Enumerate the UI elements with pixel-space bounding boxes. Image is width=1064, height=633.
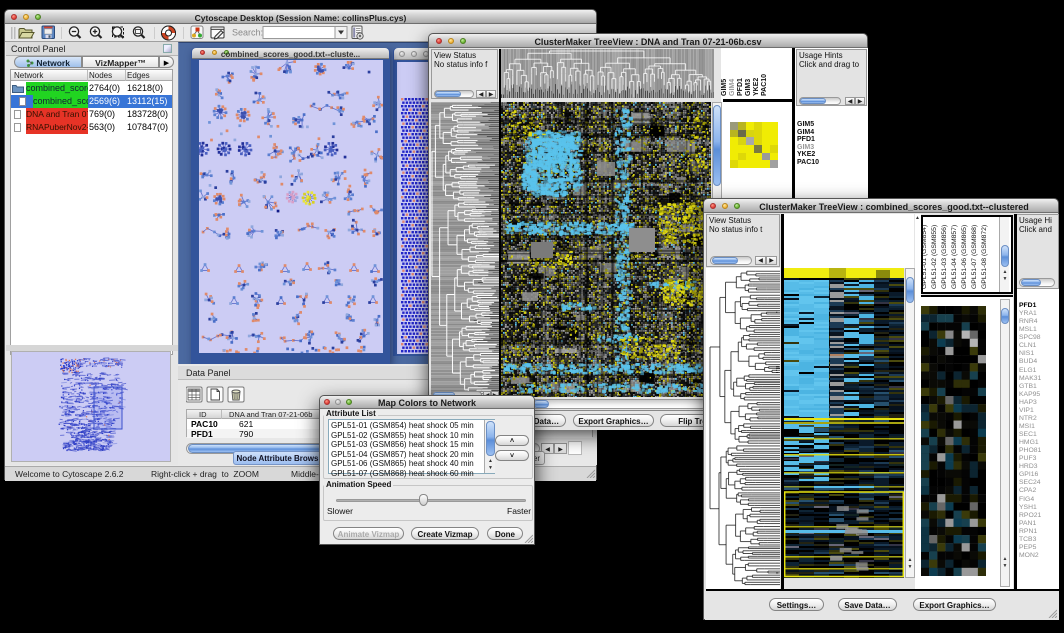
svg-text:Search:: Search:	[232, 28, 263, 38]
